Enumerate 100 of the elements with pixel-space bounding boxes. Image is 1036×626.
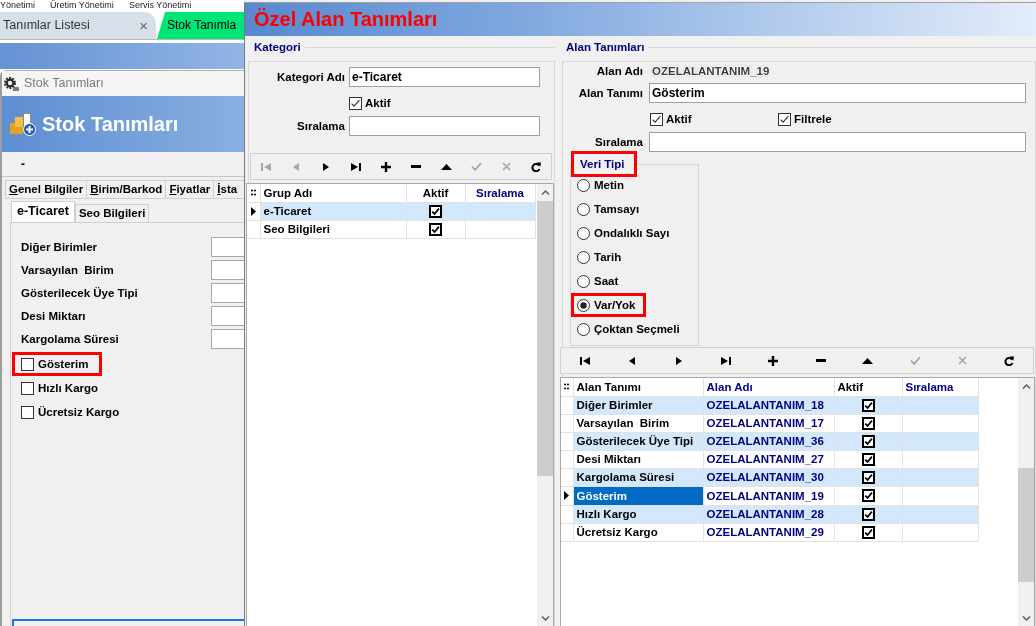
minus-icon[interactable] [815,359,826,362]
column-header[interactable]: Aktif [834,378,902,396]
refresh-icon[interactable] [1004,355,1015,366]
input-field[interactable]: e-Ticaret [349,67,540,87]
radio-label[interactable]: Çoktan Seçmeli [594,321,680,337]
skip-last-icon[interactable] [721,356,732,365]
plus-icon[interactable] [768,355,779,366]
checkbox-label[interactable]: Hızlı Kargo [38,380,99,396]
checkbox[interactable] [21,381,34,395]
table-cell: OZELALANTANIM_19 [703,486,834,505]
checkbox[interactable] [861,489,875,502]
table-cell: Seo Bilgileri [260,220,406,238]
input-field[interactable] [211,260,244,280]
checkbox[interactable] [861,525,875,539]
radio-label[interactable]: Ondalıklı Sayı [594,225,670,241]
plus-icon[interactable] [381,161,391,172]
radio-label[interactable]: Tarih [594,249,622,265]
checkbox[interactable] [429,204,442,218]
checkbox-label[interactable]: Aktif [666,112,692,127]
input-field[interactable] [211,306,244,326]
column-header[interactable]: Alan Tanımı [573,378,703,396]
radio-label[interactable]: Tamsayı [594,201,640,217]
menu-item[interactable]: Üretim Yönetimi [50,0,114,10]
radio-label[interactable]: Var/Yok [594,297,636,313]
input-field[interactable]: Gösterim [649,83,1026,103]
column-header[interactable]: Alan Adı [703,378,834,396]
checkbox[interactable] [861,434,875,448]
group-title: Alan Tanımları [565,39,645,55]
radio-button[interactable] [577,226,590,240]
gear-icon [4,76,19,91]
checkbox[interactable] [650,113,663,126]
menu-item[interactable]: Servis Yönetimi [128,0,192,10]
tab[interactable]: Stok Tanımla [157,12,244,39]
input-field[interactable] [211,283,244,303]
field-value: OZELALANTANIM_19 [652,63,770,79]
checkbox[interactable] [21,405,34,419]
radio-button[interactable] [577,178,590,192]
up-triangle-icon[interactable] [440,163,452,170]
table-cell: OZELALANTANIM_27 [703,450,834,468]
tab-close-button[interactable]: × [139,18,148,33]
radio-button[interactable] [577,322,590,336]
input-field[interactable] [211,237,244,257]
vertical-scrollbar[interactable] [1018,378,1034,626]
checkbox-label[interactable]: Gösterim [38,356,89,372]
radio-label[interactable]: Metin [594,177,625,193]
skip-last-icon[interactable] [351,162,361,171]
checkbox[interactable] [861,470,875,484]
scrollbar-thumb[interactable] [537,201,553,476]
grip-icon [564,383,570,391]
refresh-icon[interactable] [531,161,541,172]
left-triangle-icon[interactable] [628,356,635,365]
tab[interactable]: e-Ticaret [11,201,75,222]
field-label: Desi Miktarı [20,308,87,324]
column-header[interactable]: Grup Adı [260,184,406,202]
checkbox[interactable] [21,357,34,371]
tab[interactable]: Seo Bilgileri [74,204,150,222]
table-cell: Varsayılan Birim [573,414,703,432]
chevron-up-icon[interactable] [540,190,550,195]
chevron-up-icon[interactable] [1021,384,1031,389]
up-triangle-icon[interactable] [862,357,874,364]
chevron-down-icon[interactable] [1021,616,1031,621]
field-label: Alan Tanımı [577,85,643,101]
input-field[interactable] [211,329,244,349]
radio-button[interactable] [577,274,590,288]
column-header[interactable]: Sıralama [465,184,535,202]
tab[interactable]: İsta [214,180,244,199]
checkbox[interactable] [861,398,875,412]
right-triangle-icon[interactable] [676,356,682,365]
checkbox-label[interactable]: Ücretsiz Kargo [38,404,120,420]
vertical-scrollbar[interactable] [537,184,553,626]
checkbox-label[interactable]: Filtrele [794,112,832,127]
chevron-down-icon[interactable] [540,616,550,621]
scrollbar-thumb[interactable] [1018,468,1034,582]
radio-button[interactable] [577,298,590,312]
checkbox[interactable] [861,507,875,521]
tab[interactable]: Birim/Barkod [87,180,167,199]
skip-first-icon[interactable] [579,356,590,365]
checkbox[interactable] [778,113,791,126]
table-cell: OZELALANTANIM_29 [703,523,834,541]
table-cell: Ücretsiz Kargo [573,523,703,541]
menu-item[interactable]: Yönetimi [0,0,35,10]
input-field[interactable] [649,132,1026,152]
checkbox[interactable] [349,97,362,110]
right-triangle-icon[interactable] [323,162,329,171]
input-field[interactable] [349,116,540,136]
radio-button[interactable] [577,202,590,216]
radio-label[interactable]: Saat [594,273,619,289]
checkbox[interactable] [861,416,875,430]
checkbox[interactable] [861,452,875,466]
tab[interactable]: Tanımlar Listesi × [0,12,156,39]
column-header[interactable]: Sıralama [902,378,978,396]
group-title: Kategori [253,39,301,55]
tab[interactable]: Fiyatlar [166,180,215,199]
column-header[interactable]: Aktif [406,184,465,202]
field-label: Varsayılan Birim [20,262,115,278]
radio-button[interactable] [577,250,590,264]
checkbox-label[interactable]: Aktif [365,96,391,111]
window-title: Stok Tanımları [24,75,104,92]
checkbox[interactable] [429,222,442,236]
tab[interactable]: Genel Bilgiler [5,180,88,199]
